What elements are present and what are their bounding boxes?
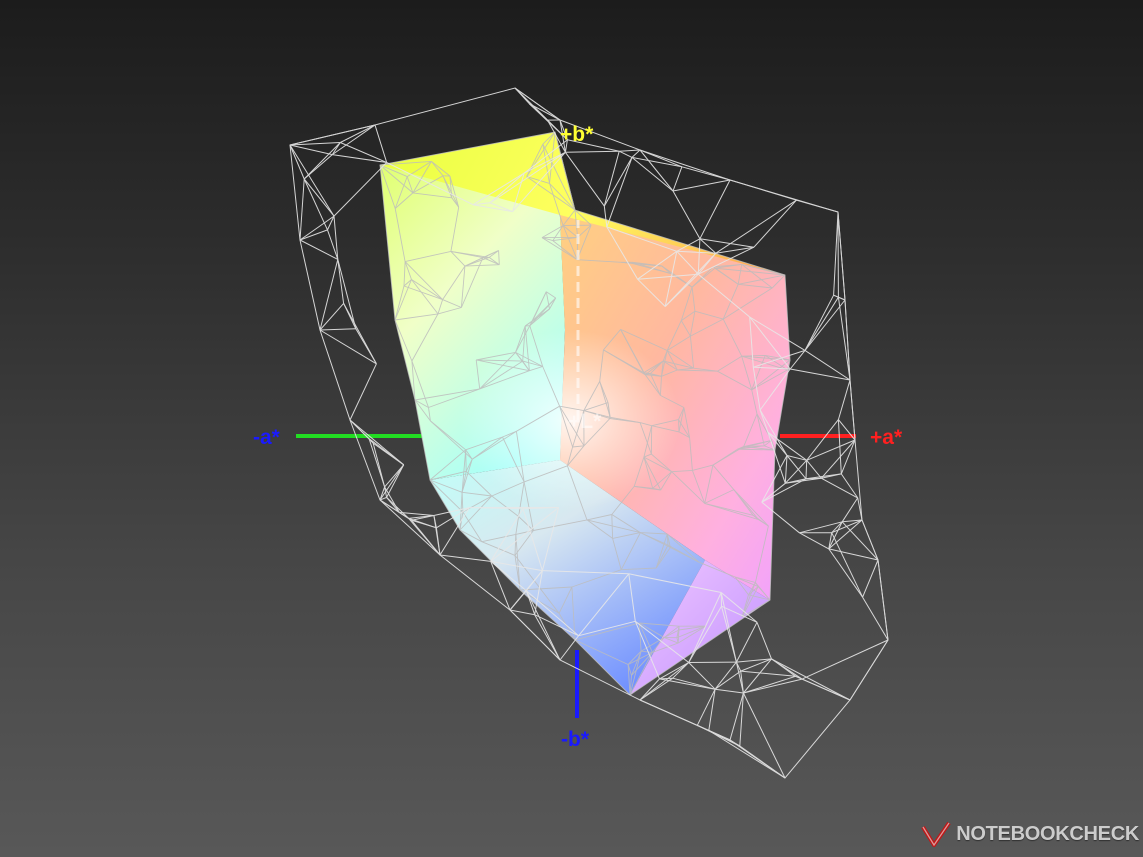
mesh-edge — [804, 294, 835, 351]
mesh-edge — [303, 142, 341, 180]
mesh-edge — [619, 149, 641, 152]
mesh-edge — [833, 211, 839, 296]
mesh-edge — [841, 521, 879, 561]
mesh-edge — [337, 259, 345, 304]
mesh-edge — [708, 730, 741, 747]
l-axis-label: +L* — [568, 410, 602, 433]
mesh-edge — [735, 661, 744, 694]
mesh-edge — [289, 144, 333, 156]
mesh-edge — [844, 299, 851, 381]
mesh-edge — [606, 157, 633, 228]
mesh-edge — [804, 296, 839, 351]
mesh-edge — [384, 486, 400, 513]
mesh-edge — [631, 157, 674, 192]
mesh-edge — [681, 166, 731, 181]
mesh-edge — [756, 622, 772, 660]
mesh-edge — [841, 497, 859, 523]
mesh-edge — [771, 658, 803, 680]
mesh-edge — [743, 675, 796, 694]
mesh-edge — [805, 460, 808, 479]
pos-b-label: +b* — [560, 123, 594, 146]
mesh-edge — [820, 439, 856, 479]
mesh-edge — [821, 477, 858, 499]
mesh-edge — [672, 677, 716, 690]
mesh-edge — [699, 179, 731, 240]
mesh-edge — [849, 379, 856, 441]
mesh-edge — [837, 297, 851, 381]
mesh-edge — [837, 211, 846, 301]
mesh-edge — [299, 229, 328, 241]
mesh-edge — [332, 124, 376, 156]
mesh-edge — [799, 532, 830, 550]
mesh-edge — [349, 363, 377, 421]
mesh-edge — [386, 497, 410, 519]
mesh-edge — [603, 157, 633, 207]
mesh-edge — [837, 379, 851, 420]
mesh-edge — [340, 124, 376, 143]
mesh-edge — [804, 299, 846, 351]
mesh-edge — [672, 166, 683, 192]
mesh-edge — [631, 149, 641, 158]
mesh-edge — [840, 473, 859, 499]
mesh-edge — [337, 259, 357, 329]
mesh-edge — [729, 179, 797, 201]
notebookcheck-logo-icon — [921, 821, 951, 847]
mesh-edge — [862, 559, 879, 598]
mesh-edge — [618, 150, 633, 158]
gamut-diagram: +b* -b* -a* +a* +L* — [253, 87, 903, 779]
mesh-edge — [639, 699, 698, 726]
mesh-edge — [368, 438, 405, 466]
neg-a-label: -a* — [253, 426, 281, 449]
mesh-edge — [806, 419, 839, 461]
mesh-edge — [714, 661, 737, 690]
mesh-edge — [828, 548, 879, 561]
mesh-edge — [862, 596, 889, 641]
mesh-edge — [740, 670, 796, 677]
watermark-text: NOTEBOOKCHECK — [956, 822, 1139, 845]
mesh-edge — [795, 675, 851, 701]
mesh-edge — [319, 328, 356, 331]
mesh-edge — [565, 150, 620, 153]
mesh-edge — [289, 124, 376, 146]
mesh-edge — [672, 190, 701, 240]
mesh-edge — [735, 622, 758, 663]
mesh-edge — [877, 559, 889, 641]
mesh-edge — [343, 303, 377, 365]
mesh-edge — [828, 548, 864, 598]
mesh-edge — [299, 178, 305, 241]
mesh-edge — [631, 156, 682, 168]
mesh-edge — [743, 678, 803, 694]
watermark: NOTEBOOKCHECK — [920, 817, 1139, 851]
neg-b-label: -b* — [561, 728, 590, 751]
mesh-edge — [796, 199, 839, 213]
mesh-edge — [771, 658, 851, 701]
mesh-edge — [861, 519, 879, 561]
mesh-edge — [333, 162, 388, 217]
pos-a-label: +a* — [870, 426, 903, 449]
mesh-edge — [514, 87, 561, 121]
mesh-edge — [319, 329, 377, 365]
mesh-edge — [784, 455, 788, 484]
mesh-edge — [806, 459, 822, 479]
mesh-edge — [672, 179, 731, 192]
mesh-edge — [715, 688, 744, 694]
mesh-edge — [714, 670, 741, 690]
mesh-edge — [833, 294, 839, 298]
mesh-edge — [374, 124, 388, 163]
